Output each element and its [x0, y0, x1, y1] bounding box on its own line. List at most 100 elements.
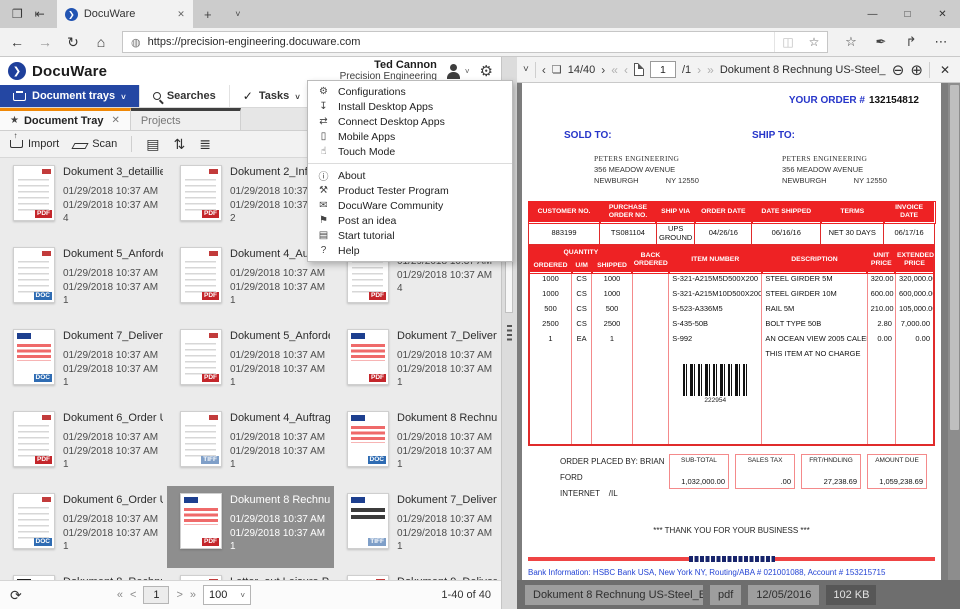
menu-item-product-tester-program[interactable]: ⚒Product Tester Program: [308, 183, 512, 198]
document-date: 01/29/2018 10:37 AM: [230, 267, 330, 281]
thumb-stripes: [17, 344, 51, 361]
refresh-list-icon[interactable]: ⟳: [10, 587, 22, 604]
user-menu-chevron-icon[interactable]: ˅: [465, 67, 470, 76]
item-header: ITEM NUMBER: [669, 246, 762, 273]
document-item[interactable]: PDFDokument 5_Anforderun01/29/2018 10:37…: [167, 322, 334, 404]
new-tab-button[interactable]: +: [193, 0, 223, 28]
list-scrollbar-thumb[interactable]: [505, 255, 513, 313]
nav-tasks[interactable]: ✓ Tasks ˅: [230, 85, 314, 107]
last-page-button[interactable]: »: [190, 589, 196, 601]
forward-button[interactable]: →: [32, 34, 58, 50]
next-page-button[interactable]: ›: [697, 63, 701, 77]
document-item[interactable]: PDFDokument 3_detailliertes01/29/2018 10…: [0, 158, 167, 240]
document-item[interactable]: DOCDokument 8 Rechnung U01/29/2018 10:37…: [334, 404, 501, 486]
document-info: Dokument 3_detailliertes01/29/2018 10:37…: [63, 165, 163, 234]
menu-item-install-desktop-apps[interactable]: ↧Install Desktop Apps: [308, 99, 512, 114]
document-page-count: 1: [63, 294, 163, 308]
menu-item-label: Mobile Apps: [338, 131, 395, 143]
item-shipped: 1000: [592, 273, 633, 288]
prev-page-button[interactable]: <: [130, 589, 136, 601]
window-maximize-button[interactable]: □: [890, 0, 925, 28]
back-button[interactable]: ←: [4, 34, 30, 50]
viewer-scrollbar-thumb[interactable]: [950, 85, 959, 430]
import-button[interactable]: Import: [10, 138, 59, 150]
menu-item-touch-mode[interactable]: ☝Touch Mode: [308, 144, 512, 159]
document-item[interactable]: PDFDokument 8 Rechnung U01/29/2018 10:37…: [167, 486, 334, 568]
info-header: DATE SHIPPED: [752, 202, 821, 223]
nav-document-trays[interactable]: Document trays ˅: [0, 85, 140, 107]
page-size-select[interactable]: 100 ˅: [203, 585, 251, 605]
prev-page-button[interactable]: ‹: [624, 63, 628, 77]
document-item[interactable]: TIFFDokument 7_Delivery no01/29/2018 10:…: [334, 486, 501, 568]
window-close-button[interactable]: ✕: [925, 0, 960, 28]
item-extended-price: 0.00: [895, 333, 934, 348]
tab-projects[interactable]: Projects: [131, 108, 241, 130]
set-tabs-aside-icon[interactable]: ⇤: [35, 7, 45, 21]
document-item[interactable]: DOCDokument 7_Delivery No01/29/2018 10:3…: [0, 322, 167, 404]
menu-item-configurations[interactable]: ⚙Configurations: [308, 84, 512, 99]
tab-preview-icon[interactable]: ❐: [12, 7, 23, 21]
document-item[interactable]: DOCDokument 6_Order US-S01/29/2018 10:37…: [0, 486, 167, 568]
user-avatar-icon[interactable]: [445, 63, 463, 79]
thumb-tag: [209, 415, 218, 420]
document-info: Dokument 7_Delivery No01/29/2018 10:37 A…: [397, 329, 497, 398]
favorites-bar-icon[interactable]: ☆: [836, 34, 866, 50]
last-page-button[interactable]: »: [707, 63, 714, 77]
tab-close-icon[interactable]: ✕: [177, 9, 185, 20]
document-item[interactable]: Dokument 8_Rechnung l: [0, 568, 167, 580]
document-item[interactable]: PDFDokument 7_Delivery No01/29/2018 10:3…: [334, 322, 501, 404]
menu-item-mobile-apps[interactable]: ▯Mobile Apps: [308, 129, 512, 144]
first-page-button[interactable]: «: [611, 63, 618, 77]
favorite-star-icon[interactable]: ☆: [801, 35, 827, 49]
address-bar[interactable]: ◍ https://precision-engineering.docuware…: [122, 31, 828, 53]
document-item[interactable]: Letter_out Leisure Park J: [167, 568, 334, 580]
document-thumbnail: TIFF: [347, 493, 389, 549]
menu-item-start-tutorial[interactable]: ▤Start tutorial: [308, 228, 512, 243]
thumb-tag: [17, 579, 31, 580]
store-stack-icon[interactable]: ≣: [199, 136, 211, 153]
document-item[interactable]: PDFDokument 6_Order US-501/29/2018 10:37…: [0, 404, 167, 486]
share-icon[interactable]: ↱: [896, 34, 926, 50]
touch-icon: ☝: [317, 146, 330, 157]
document-item[interactable]: TIFFDokument 4_Auftrag_Sc01/29/2018 10:3…: [167, 404, 334, 486]
tab-list-chevron-icon[interactable]: ˅: [223, 0, 253, 28]
menu-item-post-an-idea[interactable]: ⚑Post an idea: [308, 213, 512, 228]
menu-item-help[interactable]: ?Help: [308, 243, 512, 258]
favorite-star-icon[interactable]: ★: [10, 115, 19, 126]
home-button[interactable]: ⌂: [88, 34, 114, 50]
document-date: 01/29/2018 10:37 AM: [63, 281, 163, 295]
tab-close-icon[interactable]: ✕: [111, 115, 119, 126]
menu-item-connect-desktop-apps[interactable]: ⇄Connect Desktop Apps: [308, 114, 512, 129]
document-item[interactable]: Dokument 9_Delivery No: [334, 568, 501, 580]
viewer-close-icon[interactable]: ✕: [940, 63, 950, 77]
reading-view-icon[interactable]: ◫: [775, 35, 801, 49]
nav-searches[interactable]: Searches: [140, 85, 230, 107]
zoom-in-icon[interactable]: ⊕: [910, 61, 923, 79]
viewer-scrollbar[interactable]: [948, 83, 960, 580]
document-date: 01/29/2018 10:37 AM: [397, 527, 497, 541]
settings-gear-icon[interactable]: ⚙: [480, 62, 493, 80]
ink-pen-icon[interactable]: ✒: [866, 34, 896, 50]
viewer-menu-chevron-icon[interactable]: ˅: [523, 64, 529, 75]
barcode-image: [683, 364, 747, 396]
window-minimize-button[interactable]: —: [855, 0, 890, 28]
refresh-button[interactable]: ↻: [60, 34, 86, 51]
menu-item-about[interactable]: ⓘAbout: [308, 168, 512, 183]
first-page-button[interactable]: «: [117, 589, 123, 601]
next-document-button[interactable]: ›: [601, 63, 605, 77]
menu-item-docuware-community[interactable]: ✉DocuWare Community: [308, 198, 512, 213]
tab-document-tray[interactable]: ★ Document Tray ✕: [0, 108, 131, 130]
more-options-icon[interactable]: ⋯: [926, 34, 956, 50]
item-um: CS: [572, 303, 592, 318]
prev-document-button[interactable]: ‹: [542, 63, 546, 77]
thumb-lines: [185, 425, 216, 457]
list-view-icon[interactable]: ▤: [146, 136, 159, 153]
next-page-button[interactable]: >: [176, 589, 182, 601]
document-item[interactable]: DOCDokument 5_Anforderun01/29/2018 10:37…: [0, 240, 167, 322]
zoom-out-icon[interactable]: ⊖: [892, 61, 905, 79]
scan-button[interactable]: Scan: [73, 138, 117, 150]
page-number-input[interactable]: 1: [143, 586, 169, 604]
browser-tab-docuware[interactable]: ❯ DocuWare ✕: [57, 0, 193, 28]
viewer-page-input[interactable]: 1: [650, 61, 676, 78]
sort-icon[interactable]: ⇅: [174, 136, 186, 153]
